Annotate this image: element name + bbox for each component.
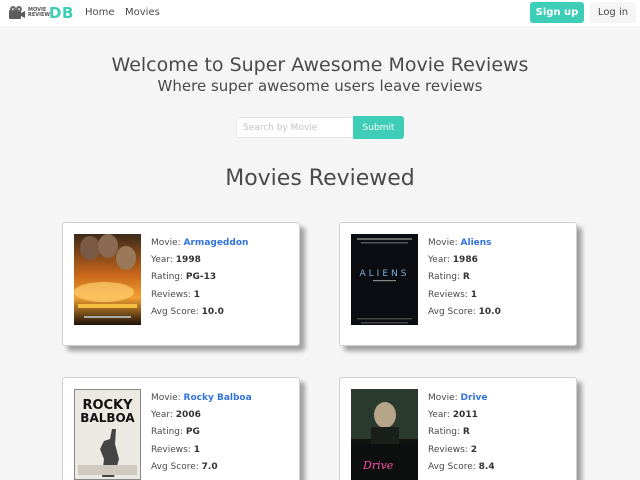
year-label: Year:: [151, 255, 176, 266]
movie-reviews: 1: [193, 444, 200, 455]
movie-poster-drive[interactable]: Drive: [351, 389, 418, 480]
drive-poster-title: Drive: [362, 459, 394, 472]
movie-avg-score: 10.0: [478, 306, 501, 317]
movie-info: Movie: Drive Year: 2011 Rating: R Review…: [428, 390, 495, 476]
movie-label: Movie:: [151, 238, 184, 248]
movie-title-link[interactable]: Armageddon: [184, 238, 249, 248]
movie-avg-score: 10.0: [201, 306, 224, 317]
nav-home-link[interactable]: Home: [85, 7, 115, 18]
nav-movies-link[interactable]: Movies: [125, 7, 160, 18]
movie-avg-score: 8.4: [478, 461, 495, 472]
movie-reviews: 2: [470, 444, 477, 455]
rating-label: Rating:: [151, 272, 186, 283]
movie-reviews: 1: [193, 289, 200, 300]
movie-rating: PG-13: [185, 272, 217, 283]
reviews-label: Reviews:: [151, 444, 194, 455]
search-input[interactable]: [236, 117, 354, 138]
movie-label: Movie:: [428, 238, 461, 248]
rating-label: Rating:: [428, 427, 463, 438]
movie-rating: R: [462, 272, 470, 283]
avg-score-label: Avg Score:: [151, 306, 202, 317]
navbar: MOVIE REVIEWS DB Home Movies Sign up Log…: [0, 0, 640, 26]
avg-score-label: Avg Score:: [151, 461, 202, 472]
hero-subtitle: Where super awesome users leave reviews: [157, 77, 483, 95]
movie-rating: R: [462, 427, 470, 438]
movie-title-link[interactable]: Drive: [461, 393, 488, 403]
search-submit-button[interactable]: Submit: [353, 116, 404, 139]
movie-card: ALIENS Movie: Aliens Year: 1986 Rating: …: [339, 222, 577, 346]
movie-year: 2006: [175, 410, 201, 421]
movie-avg-score: 7.0: [201, 461, 218, 472]
reviews-label: Reviews:: [428, 444, 471, 455]
brand-small-text: MOVIE REVIEWS: [28, 8, 54, 18]
aliens-poster-title: ALIENS: [360, 269, 410, 279]
year-label: Year:: [151, 410, 176, 421]
movie-reviews: 1: [470, 289, 477, 300]
movie-info: Movie: Rocky Balboa Year: 2006 Rating: P…: [151, 390, 252, 476]
year-label: Year:: [428, 255, 453, 266]
login-button[interactable]: Log in: [590, 2, 636, 23]
rating-label: Rating:: [151, 427, 186, 438]
movie-poster-armageddon[interactable]: [74, 234, 141, 325]
movie-title-link[interactable]: Aliens: [461, 238, 492, 248]
section-title: Movies Reviewed: [225, 166, 415, 191]
movie-year: 1986: [452, 255, 478, 266]
movie-poster-aliens[interactable]: ALIENS: [351, 234, 418, 325]
avg-score-label: Avg Score:: [428, 461, 479, 472]
movie-card: Drive Movie: Drive Year: 2011 Rating: R …: [339, 377, 577, 480]
movie-label: Movie:: [428, 393, 461, 403]
movie-year: 1998: [175, 255, 201, 266]
reviews-label: Reviews:: [151, 289, 194, 300]
year-label: Year:: [428, 410, 453, 421]
movie-poster-rocky-balboa[interactable]: ROCKY BALBOA: [74, 389, 141, 480]
movie-info: Movie: Armageddon Year: 1998 Rating: PG-…: [151, 235, 248, 321]
brand-db: DB: [49, 4, 74, 22]
movie-rating: PG: [185, 427, 200, 438]
movie-year: 2011: [452, 410, 478, 421]
brand-logo[interactable]: MOVIE REVIEWS DB: [8, 4, 74, 22]
movie-card: ROCKY BALBOA Movie: Rocky Balboa Year: 2…: [62, 377, 300, 480]
movie-card: Movie: Armageddon Year: 1998 Rating: PG-…: [62, 222, 300, 346]
movie-label: Movie:: [151, 393, 184, 403]
film-reel-icon: [8, 5, 26, 21]
reviews-label: Reviews:: [428, 289, 471, 300]
movie-title-link[interactable]: Rocky Balboa: [184, 393, 252, 403]
rating-label: Rating:: [428, 272, 463, 283]
signup-button[interactable]: Sign up: [530, 2, 584, 23]
movie-info: Movie: Aliens Year: 1986 Rating: R Revie…: [428, 235, 501, 321]
avg-score-label: Avg Score:: [428, 306, 479, 317]
rocky-poster-line2: BALBOA: [80, 411, 135, 425]
hero-title: Welcome to Super Awesome Movie Reviews: [111, 54, 529, 76]
